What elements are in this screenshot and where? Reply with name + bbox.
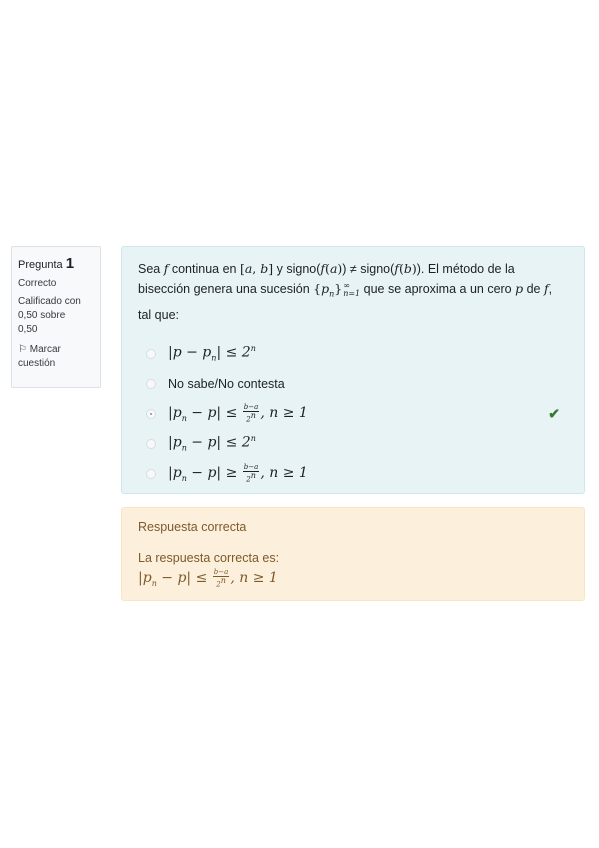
flag-outline-icon: ⚐ bbox=[18, 344, 27, 355]
answer-options: |p − pn| ≤ 2n No sabe/No contesta |pn − … bbox=[138, 339, 568, 489]
question-text-part: ) ≠ signo( bbox=[342, 262, 395, 276]
question-formulation: Sea f continua en [a, b] y signo(f(a)) ≠… bbox=[121, 246, 585, 494]
right-answer-formula: |pn − p| ≤ b−a 2n, n ≥ 1 bbox=[138, 568, 278, 589]
answer-option[interactable]: |pn − p| ≤ 2n bbox=[138, 429, 568, 459]
radio-button[interactable] bbox=[146, 438, 156, 449]
feedback-text: Respuesta correcta bbox=[138, 520, 247, 534]
answer-label: |pn − p| ≤ 2n bbox=[168, 434, 256, 453]
correct-check-icon: ✔ bbox=[548, 405, 560, 421]
answer-option[interactable]: |p − pn| ≤ 2n bbox=[138, 339, 568, 369]
answer-option[interactable]: No sabe/No contesta bbox=[138, 369, 568, 399]
grade-line: Calificado con bbox=[18, 296, 81, 307]
right-answer-label: La respuesta correcta es: bbox=[138, 551, 280, 565]
question-label: Pregunta bbox=[18, 259, 63, 271]
question-text-part: continua en bbox=[168, 262, 240, 276]
answer-label: |pn − p| ≤ b−a 2n, n ≥ 1 bbox=[168, 403, 308, 424]
question-number: Pregunta 1 bbox=[18, 255, 94, 272]
answer-option[interactable]: |pn − p| ≤ b−a 2n, n ≥ 1 ✔ bbox=[138, 399, 568, 429]
question-info-panel: Pregunta 1 Correcto Calificado con 0,50 … bbox=[11, 246, 101, 388]
radio-button-selected[interactable] bbox=[146, 408, 156, 419]
grade-line: 0,50 sobre bbox=[18, 310, 66, 321]
answer-label: No sabe/No contesta bbox=[168, 376, 285, 391]
grade-line: 0,50 bbox=[18, 324, 38, 335]
answer-option[interactable]: |pn − p| ≥ b−a 2n, n ≥ 1 bbox=[138, 459, 568, 489]
question-number-value: 1 bbox=[65, 255, 75, 272]
question-text-part: y signo( bbox=[273, 262, 321, 276]
right-answer: La respuesta correcta es: |pn − p| ≤ b−a… bbox=[138, 548, 568, 594]
question-text: Sea f continua en [a, b] y signo(f(a)) ≠… bbox=[138, 261, 553, 322]
question-outcome: Respuesta correcta La respuesta correcta… bbox=[121, 507, 585, 601]
question-state: Correcto bbox=[18, 278, 57, 289]
answer-label: |pn − p| ≥ b−a 2n, n ≥ 1 bbox=[168, 463, 308, 484]
answer-label: |p − pn| ≤ 2n bbox=[168, 344, 256, 363]
flag-label: Marcar bbox=[29, 344, 61, 355]
radio-button[interactable] bbox=[146, 468, 156, 479]
radio-button[interactable] bbox=[146, 378, 156, 389]
flag-label: cuestión bbox=[18, 358, 56, 369]
question-text-part: que se aproxima a un cero bbox=[360, 282, 516, 296]
radio-button[interactable] bbox=[146, 348, 156, 359]
question-text-part: de bbox=[523, 282, 544, 296]
flag-question-link[interactable]: ⚐ Marcar cuestión bbox=[18, 343, 94, 371]
question-grade: Calificado con 0,50 sobre 0,50 bbox=[18, 295, 94, 337]
question-text-part: Sea bbox=[138, 262, 164, 276]
